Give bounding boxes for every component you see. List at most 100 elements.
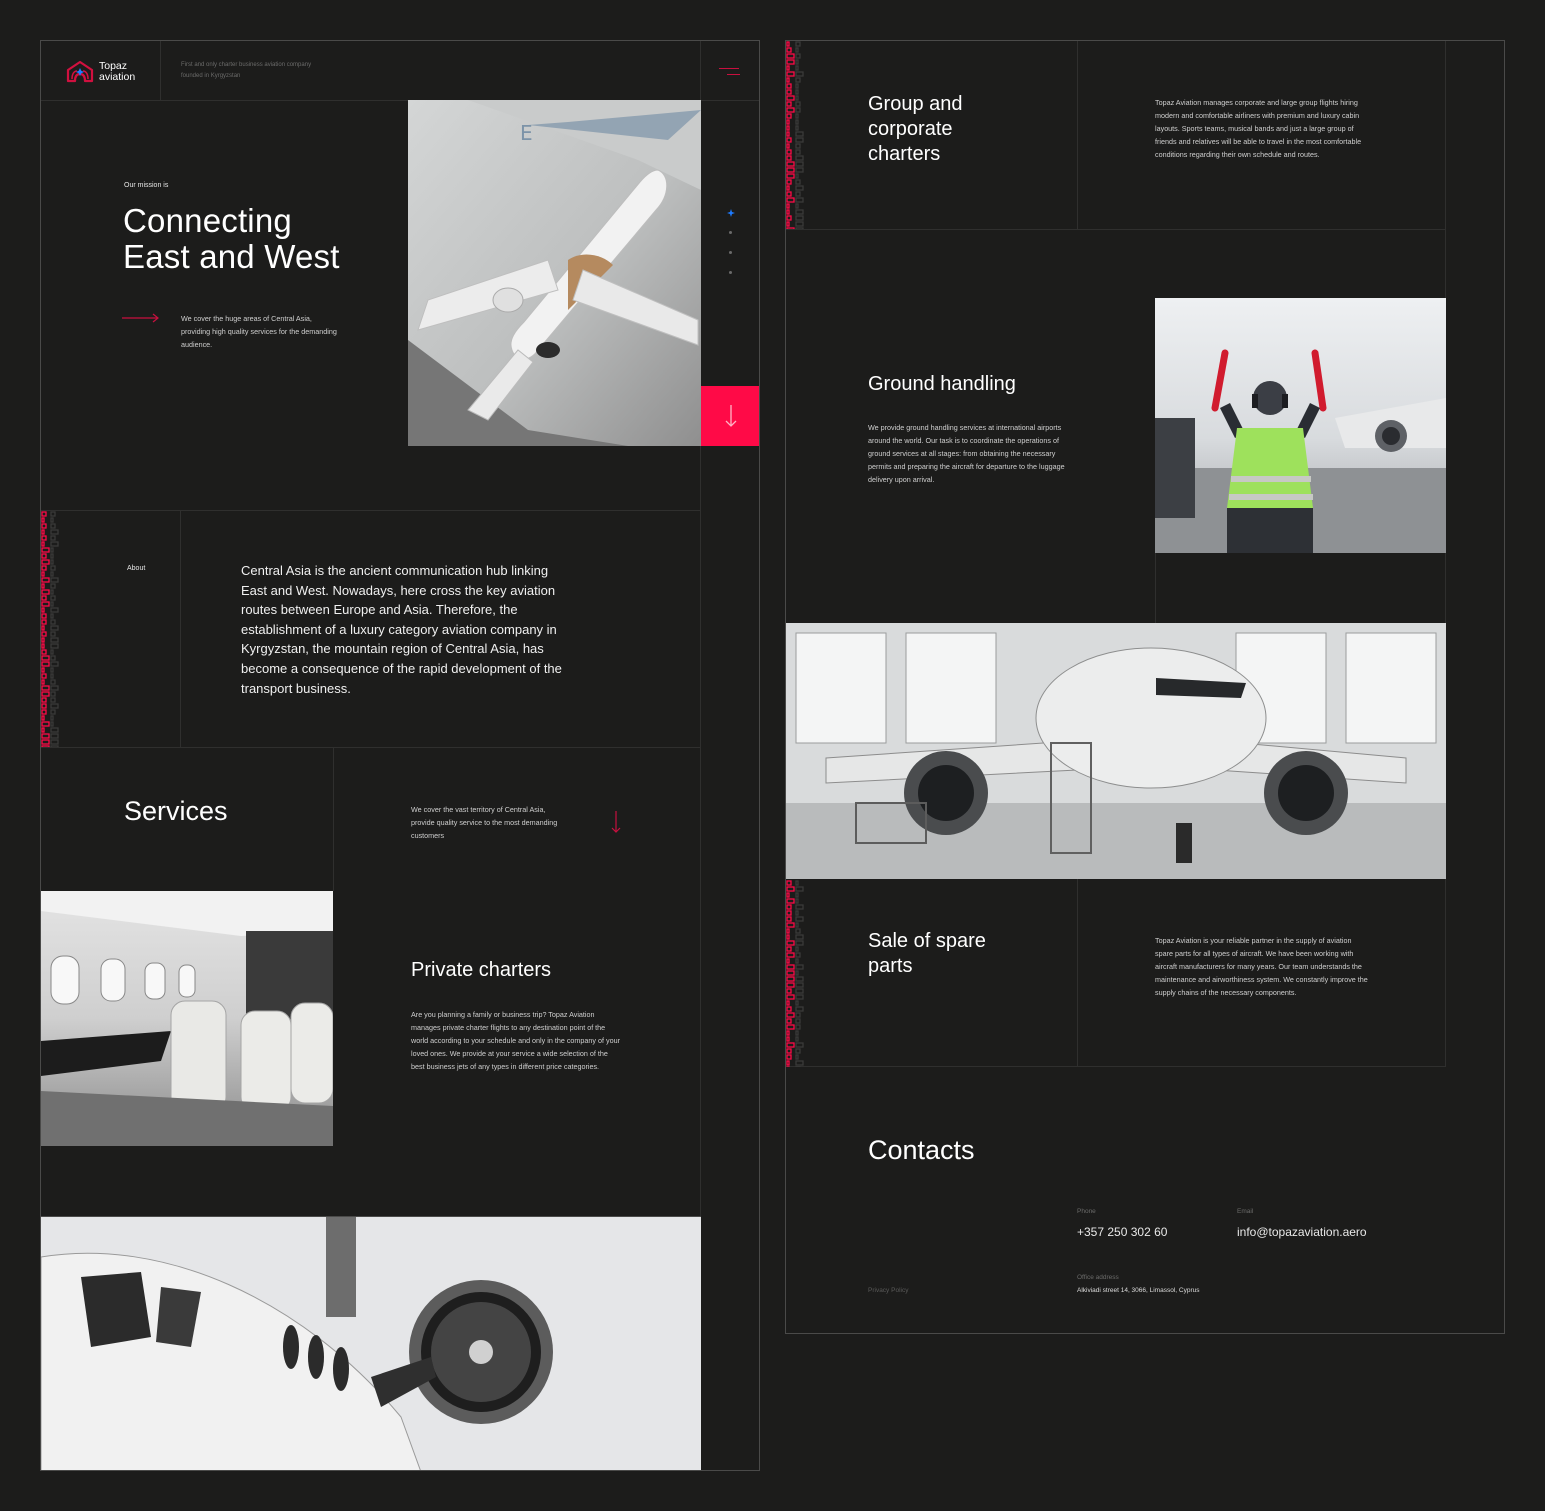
service-title-private-charters: Private charters — [411, 959, 552, 981]
ornament-cell — [795, 77, 801, 83]
ornament-cell — [41, 667, 45, 673]
ornament-cell — [786, 952, 795, 958]
divider — [160, 41, 161, 100]
hero-eyebrow: Our mission is — [124, 182, 169, 189]
ornament-cell — [41, 655, 50, 661]
ornament-cell — [786, 47, 792, 53]
ornament-cell — [41, 697, 47, 703]
ornament-cell — [50, 673, 54, 679]
ornament-cell — [786, 149, 792, 155]
services-title: Services — [124, 796, 228, 826]
ornament-cell — [786, 916, 792, 922]
ornament-cell — [50, 697, 56, 703]
ornament-cell — [795, 922, 799, 928]
scroll-down-button[interactable] — [701, 386, 759, 446]
email-label: Email — [1237, 1208, 1254, 1215]
ornament-cell — [795, 149, 801, 155]
ornament-pattern — [41, 511, 59, 747]
ornament-cell — [50, 577, 59, 583]
hero-description: We cover the huge areas of Central Asia,… — [181, 314, 337, 349]
ornament-cell — [50, 547, 54, 553]
ornament-cell — [50, 733, 59, 739]
service-title-ground-handling: Ground handling — [868, 373, 1016, 395]
slider-dot[interactable] — [729, 271, 732, 274]
page-right-frame: Group and corporate charters Topaz Aviat… — [785, 40, 1505, 1334]
ornament-cell — [50, 589, 54, 595]
ground-handling-image — [1155, 298, 1446, 553]
ornament-cell — [786, 53, 795, 59]
divider — [1077, 41, 1078, 229]
ornament-cell — [795, 946, 799, 952]
divider — [1445, 41, 1446, 1067]
privacy-policy-link[interactable]: Privacy Policy — [868, 1287, 908, 1294]
logo[interactable]: Topaz aviation — [65, 59, 135, 85]
slider-dot-active[interactable] — [727, 209, 735, 217]
ornament-cell — [50, 619, 56, 625]
ornament-cell — [795, 89, 799, 95]
ornament-cell — [41, 679, 45, 685]
hamburger-menu-icon — [719, 68, 739, 69]
service-text-private-charters: Are you planning a family or business tr… — [411, 1010, 620, 1071]
divider — [333, 747, 334, 891]
ornament-cell — [786, 137, 792, 143]
ornament-cell — [50, 565, 56, 571]
ornament-cell — [795, 47, 799, 53]
ornament-cell — [50, 571, 54, 577]
ornament-cell — [795, 1000, 799, 1006]
ornament-cell — [50, 721, 54, 727]
logo-line-2: aviation — [99, 71, 136, 83]
slider-dot[interactable] — [729, 231, 732, 234]
ornament-cell — [795, 1060, 804, 1066]
ornament-cell — [50, 607, 59, 613]
ornament-cell — [50, 613, 54, 619]
ornament-cell — [50, 553, 54, 559]
ornament-cell — [795, 994, 804, 1000]
ornament-cell — [795, 910, 799, 916]
divider — [786, 229, 1446, 230]
ornament-cell — [786, 101, 792, 107]
ornament-cell — [786, 1048, 792, 1054]
ornament-cell — [786, 922, 795, 928]
ornament-cell — [786, 940, 795, 946]
ornament-cell — [50, 661, 59, 667]
hero-title-line-1: Connecting — [123, 202, 292, 239]
ornament-cell — [50, 595, 56, 601]
ornament-cell — [786, 910, 792, 916]
ornament-cell — [786, 65, 790, 71]
ornament-cell — [795, 83, 799, 89]
ornament-cell — [795, 1018, 801, 1024]
service-title-spare-parts: Sale of spare parts — [868, 930, 986, 977]
ornament-cell — [41, 559, 50, 565]
ornament-cell — [786, 173, 795, 179]
ornament-cell — [786, 898, 795, 904]
ornament-cell — [795, 940, 804, 946]
ornament-cell — [41, 745, 50, 747]
ornament-cell — [786, 185, 790, 191]
about-text: Central Asia is the ancient communicatio… — [241, 563, 562, 696]
hero-title-line-2: East and West — [123, 238, 340, 275]
phone-link[interactable]: +357 250 302 60 — [1077, 1225, 1167, 1239]
arrow-down-icon[interactable] — [611, 810, 621, 834]
ornament-cell — [41, 523, 47, 529]
ornament-cell — [786, 934, 790, 940]
slider-dot[interactable] — [729, 251, 732, 254]
ornament-cell — [795, 982, 804, 988]
ornament-cell — [50, 583, 56, 589]
ornament-cell — [786, 59, 795, 65]
menu-button[interactable] — [719, 65, 741, 77]
ornament-cell — [795, 173, 799, 179]
ornament-cell — [795, 203, 799, 209]
ornament-cell — [50, 541, 59, 547]
ornament-cell — [795, 113, 799, 119]
address-label: Office address — [1077, 1274, 1119, 1281]
ornament-cell — [795, 107, 801, 113]
ornament-cell — [41, 739, 50, 745]
ornament-cell — [795, 1024, 801, 1030]
ornament-cell — [786, 1000, 790, 1006]
ornament-cell — [41, 649, 47, 655]
about-label: About — [127, 565, 146, 572]
ornament-cell — [41, 703, 47, 709]
ornament-cell — [786, 89, 792, 95]
email-link[interactable]: info@topazaviation.aero — [1237, 1225, 1367, 1239]
ornament-cell — [50, 745, 59, 747]
